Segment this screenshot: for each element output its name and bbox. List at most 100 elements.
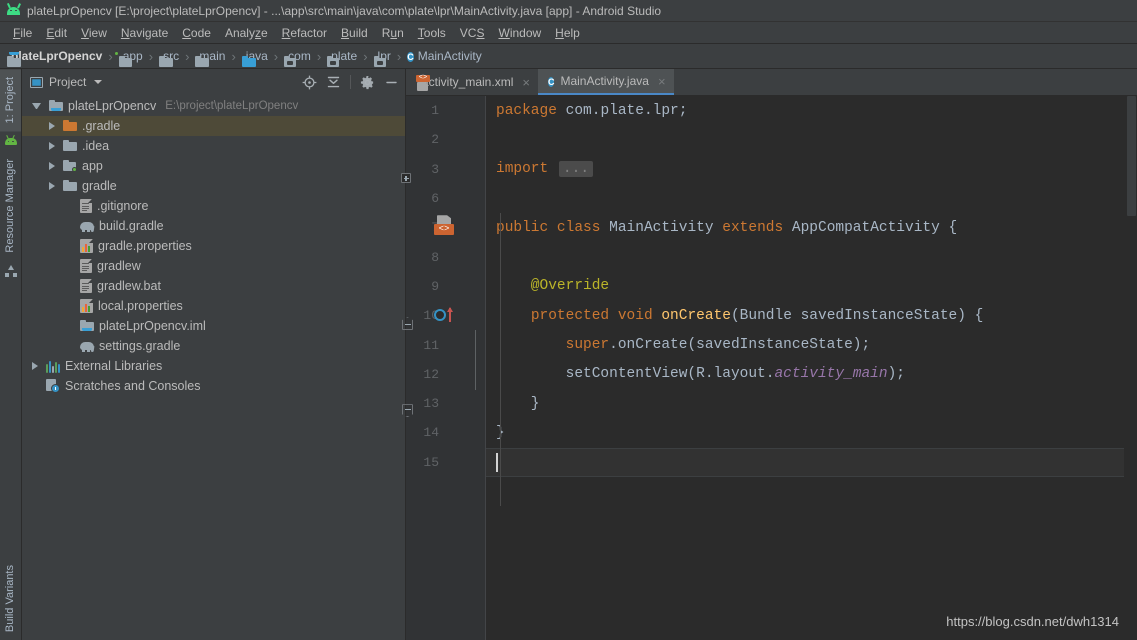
tool-window-project-tab[interactable]: 1: Project xyxy=(0,69,21,131)
tree-item[interactable]: gradle xyxy=(22,176,405,196)
expand-arrow-open-icon[interactable] xyxy=(32,103,41,109)
code-line[interactable]: protected void onCreate(Bundle savedInst… xyxy=(486,301,1124,330)
editor-gutter[interactable]: 12367<>89101112131415 xyxy=(406,96,486,640)
gutter-line[interactable]: 6 xyxy=(406,184,485,213)
code-token: com. xyxy=(566,103,601,119)
menu-edit[interactable]: Edit xyxy=(39,24,74,42)
code-line[interactable]: } xyxy=(486,418,1124,447)
expand-arrow-closed-icon[interactable] xyxy=(49,162,55,170)
menu-analyze[interactable]: Analyze xyxy=(218,24,275,42)
close-icon[interactable]: × xyxy=(658,75,666,88)
fold-expand-icon[interactable] xyxy=(401,173,411,183)
expand-arrow-closed-icon[interactable] xyxy=(49,142,55,150)
code-token: MainActivity xyxy=(609,220,713,236)
collapsed-imports-placeholder[interactable]: ... xyxy=(559,161,593,177)
code-line[interactable]: setContentView(R.layout.activity_main); xyxy=(486,360,1124,389)
breadcrumb-item-com[interactable]: com xyxy=(282,48,313,64)
tool-window-build-variants-tab[interactable]: Build Variants xyxy=(0,557,21,640)
tree-item[interactable]: .gitignore xyxy=(22,196,405,216)
code-content[interactable]: package com.plate.lpr; import ... public c… xyxy=(486,96,1124,640)
collapse-all-icon[interactable] xyxy=(326,75,341,90)
menu-code[interactable]: Code xyxy=(175,24,218,42)
tree-item[interactable]: app xyxy=(22,156,405,176)
tree-item[interactable]: gradlew xyxy=(22,256,405,276)
code-line[interactable] xyxy=(486,125,1124,154)
expand-arrow-closed-icon[interactable] xyxy=(49,182,55,190)
breadcrumb-item-mainactivity[interactable]: CMainActivity xyxy=(405,48,484,65)
editor-scrollbar[interactable] xyxy=(1124,96,1137,640)
gutter-line[interactable]: 2 xyxy=(406,125,485,154)
breadcrumb-separator: › xyxy=(274,49,278,64)
code-line[interactable] xyxy=(486,184,1124,213)
tree-item[interactable]: settings.gradle xyxy=(22,336,405,356)
tree-item-label: build.gradle xyxy=(99,219,164,233)
tree-item[interactable]: plateLprOpencv.iml xyxy=(22,316,405,336)
breadcrumb-item-java[interactable]: java xyxy=(240,48,270,64)
expand-arrow-closed-icon[interactable] xyxy=(49,122,55,130)
gear-icon[interactable] xyxy=(360,75,375,90)
breadcrumb-item-main[interactable]: main xyxy=(193,48,227,64)
menu-tools[interactable]: Tools xyxy=(411,24,453,42)
tree-item[interactable]: .idea xyxy=(22,136,405,156)
code-line[interactable]: @Override xyxy=(486,272,1124,301)
menu-help[interactable]: Help xyxy=(548,24,587,42)
tree-item[interactable]: .gradle xyxy=(22,116,405,136)
menu-refactor[interactable]: Refactor xyxy=(275,24,334,42)
gutter-line[interactable]: 11 xyxy=(406,330,485,359)
project-tree[interactable]: plateLprOpencvE:\project\plateLprOpencv.… xyxy=(22,95,405,640)
menu-view[interactable]: View xyxy=(74,24,114,42)
tree-item[interactable]: local.properties xyxy=(22,296,405,316)
menu-build[interactable]: Build xyxy=(334,24,375,42)
expand-arrow-closed-icon[interactable] xyxy=(32,362,38,370)
tree-item[interactable]: External Libraries xyxy=(22,356,405,376)
tree-item[interactable]: build.gradle xyxy=(22,216,405,236)
chevron-down-icon[interactable] xyxy=(94,80,102,84)
scroll-from-source-icon[interactable] xyxy=(302,75,317,90)
menu-window[interactable]: Window xyxy=(491,24,548,42)
menu-navigate[interactable]: Navigate xyxy=(114,24,175,42)
left-tool-stripe: 1: Project Resource Manager Build Varian… xyxy=(0,69,22,640)
menu-vcs[interactable]: VCS xyxy=(453,24,492,42)
gutter-line[interactable]: 1 xyxy=(406,96,485,125)
gutter-line[interactable]: 7<> xyxy=(406,213,485,242)
breadcrumb-item-src[interactable]: src xyxy=(157,48,181,64)
gutter-line[interactable]: 14 xyxy=(406,418,485,447)
code-line[interactable]: import ... xyxy=(486,155,1124,184)
tree-item[interactable]: plateLprOpencvE:\project\plateLprOpencv xyxy=(22,96,405,116)
code-line[interactable]: super.onCreate(savedInstanceState); xyxy=(486,330,1124,359)
gutter-line[interactable]: 15 xyxy=(406,448,485,477)
gutter-line[interactable]: 10 xyxy=(406,301,485,330)
editor-tab-mainactivity-java[interactable]: CMainActivity.java× xyxy=(538,69,674,95)
editor-tab-activity-main-xml[interactable]: <>activity_main.xml× xyxy=(406,69,538,95)
code-line[interactable]: } xyxy=(486,389,1124,418)
minimize-icon[interactable] xyxy=(384,75,399,90)
gutter-line[interactable]: 8 xyxy=(406,242,485,271)
code-line[interactable]: package com.plate.lpr; xyxy=(486,96,1124,125)
menu-run[interactable]: Run xyxy=(375,24,411,42)
tree-item-label: gradlew.bat xyxy=(97,279,161,293)
breadcrumb-item-lpr[interactable]: lpr xyxy=(372,48,393,64)
breadcrumb-item-plate[interactable]: plate xyxy=(325,48,359,64)
gutter-line[interactable]: 13 xyxy=(406,389,485,418)
breadcrumb-item-platelpropencv[interactable]: plateLprOpencv xyxy=(5,48,104,64)
android-bot-icon[interactable] xyxy=(0,131,21,151)
code-line[interactable] xyxy=(486,448,1124,477)
breadcrumb-item-app[interactable]: app xyxy=(117,48,145,64)
scrollbar-thumb[interactable] xyxy=(1127,96,1136,216)
fold-collapse-icon[interactable] xyxy=(402,317,413,330)
tool-window-resource-manager-tab[interactable]: Resource Manager xyxy=(0,151,21,261)
project-panel-title-group[interactable]: Project xyxy=(30,75,102,89)
close-icon[interactable]: × xyxy=(522,76,530,89)
code-line[interactable]: public class MainActivity extends AppCom… xyxy=(486,213,1124,242)
gutter-line[interactable]: 9 xyxy=(406,272,485,301)
gutter-line[interactable]: 12 xyxy=(406,360,485,389)
fold-region-end-icon[interactable] xyxy=(402,404,413,417)
gutter-line[interactable]: 3 xyxy=(406,155,485,184)
menu-file[interactable]: File xyxy=(6,24,39,42)
code-token: class xyxy=(557,220,601,236)
code-line[interactable] xyxy=(486,242,1124,271)
code-token: super xyxy=(566,337,610,353)
tree-item[interactable]: gradle.properties xyxy=(22,236,405,256)
tree-item[interactable]: gradlew.bat xyxy=(22,276,405,296)
tree-item[interactable]: Scratches and Consoles xyxy=(22,376,405,396)
